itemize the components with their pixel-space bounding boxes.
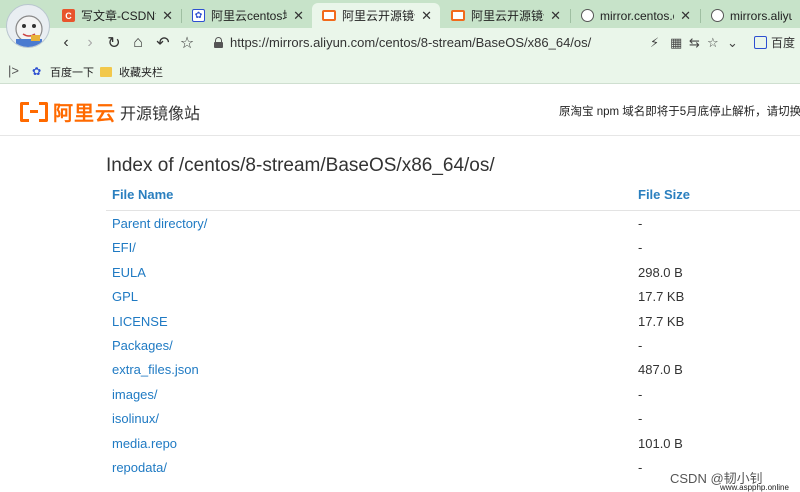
file-size: - [638, 386, 643, 402]
aliyun-logo-icon [20, 101, 48, 122]
file-link[interactable]: images/ [112, 387, 158, 402]
file-size: - [638, 240, 643, 256]
tab-aliyun-centos[interactable]: ✿ 阿里云centos地址 ✕ [182, 3, 312, 28]
file-size: 17.7 KB [638, 289, 685, 305]
url-text[interactable]: https://mirrors.aliyun.com/centos/8-stre… [230, 35, 591, 50]
file-size: 17.7 KB [638, 313, 685, 329]
close-icon[interactable]: ✕ [421, 8, 432, 24]
reload-button[interactable]: ↻ [104, 33, 124, 53]
site-title: 开源镜像站 [120, 106, 201, 123]
translate-icon[interactable]: ⇆ [689, 35, 700, 51]
file-link[interactable]: GPL [112, 289, 138, 304]
close-icon[interactable]: ✕ [293, 8, 304, 24]
aliyun-icon [451, 10, 465, 21]
header-divider [106, 210, 800, 211]
undo-close-button[interactable]: ↶ [153, 33, 173, 53]
bookmarks-bar: |> ✿ 百度一下 收藏夹栏 [0, 58, 800, 84]
close-icon[interactable]: ✕ [550, 8, 561, 24]
file-size: - [638, 216, 643, 231]
file-size: - [638, 338, 643, 353]
file-size: - [638, 460, 643, 475]
column-header-name[interactable]: File Name [112, 187, 173, 202]
aliyun-icon [322, 10, 336, 21]
file-link[interactable]: EFI/ [112, 240, 136, 255]
bookmark-baidu[interactable]: ✿ 百度一下 [32, 64, 94, 80]
back-button[interactable]: ‹ [56, 33, 76, 53]
tab-label: 写文章-CSDN博客 [81, 9, 156, 23]
file-link[interactable]: Packages/ [112, 338, 173, 353]
tab-label: 阿里云开源镜像站 [471, 9, 544, 23]
baidu-paw-icon [754, 36, 767, 49]
bookmark-label: 收藏夹栏 [119, 67, 163, 79]
tab-aliyun-mirror[interactable]: 阿里云开源镜像站 ✕ [441, 3, 569, 28]
site-header: 阿里云 开源镜像站 原淘宝 npm 域名即将于5月底停止解析，请切换 [0, 84, 800, 136]
file-link[interactable]: EULA [112, 265, 146, 280]
bookmark-favorites-folder[interactable]: 收藏夹栏 [100, 64, 163, 80]
qr-code-icon[interactable]: ▦ [670, 35, 682, 51]
profile-avatar[interactable] [6, 4, 50, 48]
baidu-paw-icon: ✿ [192, 9, 205, 22]
tab-label: mirrors.aliyuncs [730, 8, 792, 23]
file-link[interactable]: media.repo [112, 436, 177, 451]
tab-label: mirror.centos.or [600, 8, 674, 23]
tab-aliyun-mirror-active[interactable]: 阿里云开源镜像站 ✕ [312, 3, 440, 28]
favorite-star-icon[interactable]: ☆ [707, 35, 719, 51]
forward-button[interactable]: › [80, 33, 100, 53]
bookmark-label: 百度一下 [50, 67, 94, 79]
csdn-icon: C [62, 9, 75, 22]
globe-icon [711, 9, 724, 22]
file-size: - [638, 411, 643, 427]
tab-mirror-centos[interactable]: mirror.centos.or ✕ [571, 3, 699, 28]
tab-label: 阿里云centos地址 [211, 9, 287, 23]
lock-icon [214, 37, 223, 48]
bookmark-star-icon[interactable]: ☆ [177, 33, 197, 53]
browser-toolbar: ‹ › ↻ ⌂ ↶ ☆ https://mirrors.aliyun.com/c… [0, 28, 800, 58]
watermark-site: www.aspphp.online [720, 483, 789, 492]
baidu-paw-icon: ✿ [32, 66, 42, 78]
sidebar-toggle-icon[interactable]: |> [8, 63, 19, 78]
tab-label: 阿里云开源镜像站 [342, 9, 415, 23]
notice-banner[interactable]: 原淘宝 npm 域名即将于5月底停止解析，请切换 [559, 103, 800, 119]
lightning-icon[interactable]: ⚡ [650, 35, 659, 51]
globe-icon [581, 9, 594, 22]
search-engine-button[interactable]: 百度 [754, 34, 795, 51]
close-icon[interactable]: ✕ [162, 8, 173, 24]
file-link[interactable]: LICENSE [112, 314, 168, 329]
file-size: 487.0 B [638, 362, 683, 378]
file-link[interactable]: extra_files.json [112, 362, 199, 377]
tab-mirrors-aliyuncs[interactable]: mirrors.aliyuncs [701, 3, 800, 28]
page-title: Index of /centos/8-stream/BaseOS/x86_64/… [106, 155, 495, 176]
search-engine-label: 百度 [771, 36, 796, 50]
logo-text: 阿里云 [53, 103, 116, 125]
file-link[interactable]: isolinux/ [112, 411, 159, 426]
file-size: 298.0 B [638, 264, 683, 280]
avatar-image [15, 15, 43, 47]
column-header-size[interactable]: File Size [638, 187, 690, 202]
aliyun-logo[interactable]: 阿里云 [20, 97, 116, 126]
address-bar[interactable]: https://mirrors.aliyun.com/centos/8-stre… [206, 31, 746, 55]
file-size: 101.0 B [638, 435, 683, 451]
tab-csdn[interactable]: C 写文章-CSDN博客 ✕ [52, 3, 181, 28]
close-icon[interactable]: ✕ [680, 8, 691, 24]
home-button[interactable]: ⌂ [128, 33, 148, 53]
folder-icon [100, 67, 112, 77]
tab-strip: C 写文章-CSDN博客 ✕ ✿ 阿里云centos地址 ✕ 阿里云开源镜像站 … [0, 0, 800, 48]
file-link[interactable]: repodata/ [112, 460, 167, 475]
file-link[interactable]: Parent directory/ [112, 216, 207, 231]
chevron-down-icon[interactable]: ⌄ [727, 35, 738, 51]
